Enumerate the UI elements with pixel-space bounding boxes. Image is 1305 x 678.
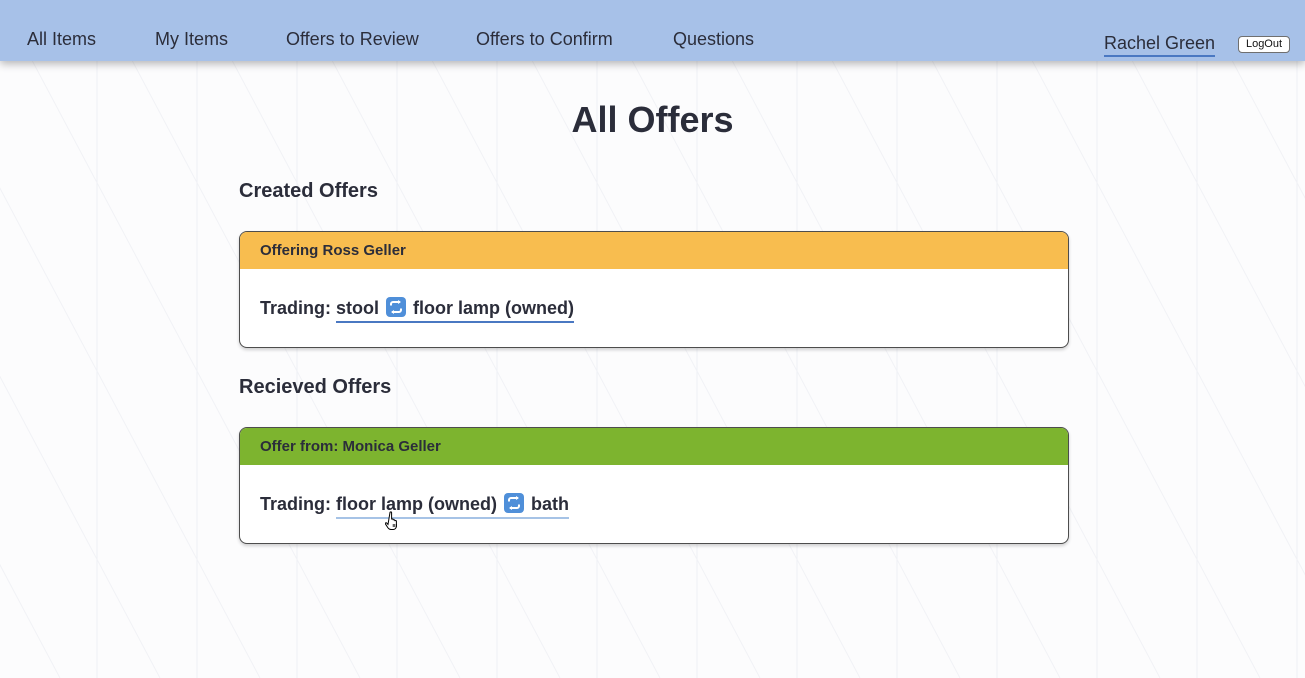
trade-give-item: stool [336,298,380,318]
received-offer-header: Offer from: Monica Geller [240,428,1068,465]
created-offer-card: Offering Ross Geller Trading: stool floo… [239,231,1069,348]
nav-link-questions[interactable]: Questions [673,29,754,50]
created-offer-trade-link[interactable]: stool floor lamp (owned) [336,297,575,323]
created-offer-body: Trading: stool floor lamp (owned) [240,269,1068,323]
top-navbar: All Items My Items Offers to Review Offe… [0,0,1305,61]
received-offer-body: Trading: floor lamp (owned) bath [240,465,1068,519]
nav-link-my-items[interactable]: My Items [155,29,228,50]
trade-get-item: floor lamp (owned) [413,298,575,318]
logout-button[interactable]: LogOut [1238,36,1290,53]
hand-pointer-cursor-icon [385,511,397,530]
trade-get-item: bath [531,494,570,514]
page-title: All Offers [571,99,734,140]
trade-give-item: floor lamp (owned) [336,494,498,514]
main-content: All Offers Created Offers Offering Ross … [0,0,1305,678]
nav-link-all-items[interactable]: All Items [27,29,96,50]
user-profile-link[interactable]: Rachel Green [1104,33,1216,57]
created-offer-header: Offering Ross Geller [240,232,1068,269]
swap-arrows-icon [504,493,525,513]
trading-label: Trading: [260,494,331,514]
nav-link-offers-to-review[interactable]: Offers to Review [286,29,419,50]
trading-label: Trading: [260,298,331,318]
nav-link-offers-to-confirm[interactable]: Offers to Confirm [476,29,613,50]
received-offer-card: Offer from: Monica Geller Trading: floor… [239,427,1069,544]
swap-arrows-icon [386,297,407,317]
received-offers-heading: Recieved Offers [239,376,392,398]
created-offers-heading: Created Offers [239,180,378,202]
received-offer-trade-link[interactable]: floor lamp (owned) bath [336,493,570,519]
